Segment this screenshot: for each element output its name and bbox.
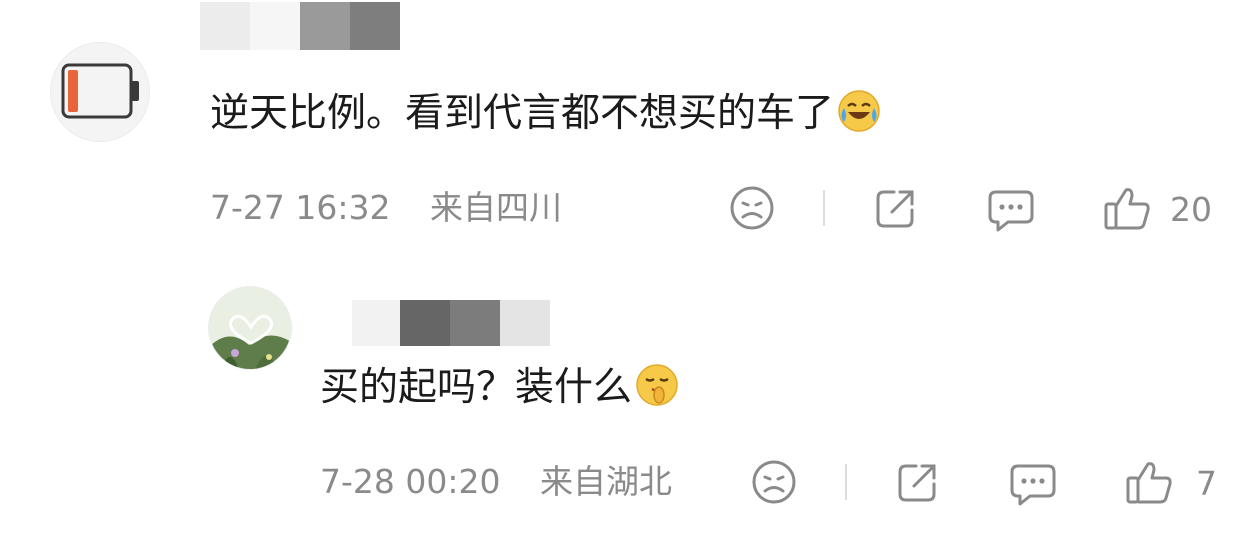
reply-timestamp: 7-28 00:20 — [320, 462, 501, 501]
action-divider — [823, 190, 825, 226]
comment-text-content: 逆天比例。看到代言都不想买的车了 — [210, 91, 835, 136]
comment-bubble-icon[interactable] — [986, 186, 1036, 234]
shush-emoji — [636, 364, 678, 406]
comment-avatar[interactable] — [50, 42, 150, 142]
laughing-crying-emoji — [838, 90, 880, 132]
sad-face-icon[interactable] — [728, 184, 776, 232]
comment-like-count: 20 — [1170, 190, 1212, 229]
reply-text-content: 买的起吗？装什么 — [320, 365, 633, 410]
comment-bubble-icon[interactable] — [1008, 460, 1058, 508]
reply-location: 来自湖北 — [540, 462, 672, 501]
comment-text: 逆天比例。看到代言都不想买的车了 — [210, 88, 882, 139]
sad-face-icon[interactable] — [750, 458, 798, 506]
heart-plant-avatar — [209, 287, 291, 369]
action-divider — [845, 464, 847, 500]
comment-location: 来自四川 — [430, 188, 562, 227]
share-icon[interactable] — [894, 458, 942, 506]
comment-timestamp: 7-27 16:32 — [210, 188, 391, 227]
battery-low-icon — [61, 63, 139, 119]
reply-avatar[interactable] — [208, 286, 292, 370]
reply-username-redacted[interactable] — [352, 300, 550, 346]
share-icon[interactable] — [872, 184, 920, 232]
reply-like-count: 7 — [1196, 464, 1217, 503]
comment-username-redacted[interactable] — [200, 2, 402, 50]
thumbs-up-icon[interactable] — [1124, 458, 1174, 506]
reply-text: 买的起吗？装什么 — [320, 362, 680, 413]
thumbs-up-icon[interactable] — [1102, 184, 1152, 232]
